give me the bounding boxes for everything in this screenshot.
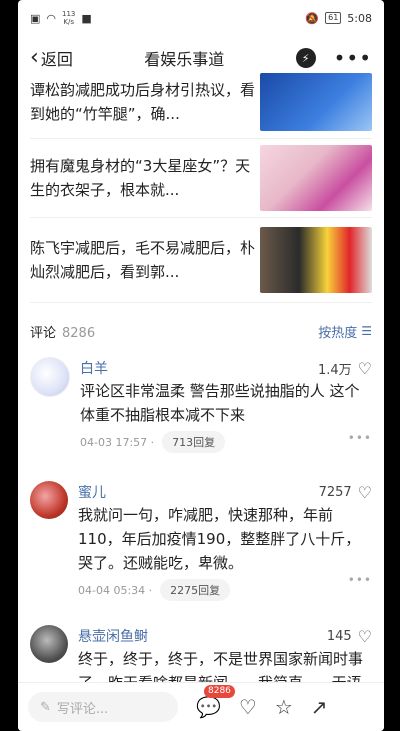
related-articles: 谭松韵减肥成功后身材引热议，看到她的“竹竿腿”，确... 拥有魔鬼身材的“3大星… bbox=[18, 73, 384, 303]
write-comment-input[interactable]: ✎ 写评论... bbox=[28, 692, 178, 722]
article-item[interactable]: 拥有魔鬼身材的“3大星座女”？天生的衣架子，根本就... bbox=[30, 139, 372, 218]
comment-more-icon[interactable]: ••• bbox=[348, 431, 372, 445]
comments-count: 8286 bbox=[62, 325, 96, 341]
write-placeholder: 写评论... bbox=[56, 701, 109, 717]
battery-icon: 61 bbox=[325, 12, 342, 24]
share-icon[interactable]: ↗ bbox=[311, 695, 328, 719]
comment-meta: 04-04 05:34 · 2275回复 bbox=[78, 579, 372, 601]
article-item[interactable]: 谭松韵减肥成功后身材引热议，看到她的“竹竿腿”，确... bbox=[30, 73, 372, 139]
net-speed: 113 K/s bbox=[62, 10, 75, 26]
comment-header: 蜜儿 7257 ♡ bbox=[78, 481, 372, 503]
pen-icon: ✎ bbox=[40, 699, 51, 715]
like-button[interactable]: 1.4万 ♡ bbox=[318, 359, 372, 378]
bottom-bar: ✎ 写评论... 💬 8286 ♡ ☆ ↗ bbox=[18, 682, 384, 731]
page-title: 看娱乐事道 bbox=[144, 50, 225, 69]
sort-icon: ☰ bbox=[361, 324, 372, 338]
star-icon[interactable]: ☆ bbox=[275, 695, 293, 719]
article-title: 谭松韵减肥成功后身材引热议，看到她的“竹竿腿”，确... bbox=[30, 81, 256, 123]
article-title: 拥有魔鬼身材的“3大星座女”？天生的衣架子，根本就... bbox=[30, 157, 251, 199]
comment-meta: 04-03 17:57 · 713回复 bbox=[80, 431, 372, 453]
comment-username[interactable]: 白羊 bbox=[80, 358, 108, 378]
avatar[interactable] bbox=[30, 357, 70, 397]
replies-button[interactable]: 2275回复 bbox=[160, 579, 231, 601]
back-label: 返回 bbox=[40, 50, 73, 69]
comment-body: 白羊 1.4万 ♡ 评论区非常温柔 警告那些说抽脂的人 这个体重不抽脂根本减不下… bbox=[80, 357, 372, 475]
comment-time: 04-04 05:34 · bbox=[78, 583, 153, 597]
like-button[interactable]: 7257 ♡ bbox=[319, 483, 372, 502]
app-icon: ■ bbox=[81, 11, 92, 25]
net-speed-value: 113 bbox=[62, 10, 76, 18]
like-count: 7257 bbox=[318, 484, 352, 500]
replies-button[interactable]: 713回复 bbox=[162, 431, 226, 453]
heart-icon: ♡ bbox=[357, 626, 372, 646]
comment-more-icon[interactable]: ••• bbox=[348, 573, 372, 587]
like-count: 1.4万 bbox=[317, 362, 352, 378]
back-button[interactable]: ‹ 返回 bbox=[30, 46, 73, 70]
nav-actions: ⚡ ••• bbox=[295, 46, 372, 70]
comment-username[interactable]: 悬壶闲鱼鲥 bbox=[78, 626, 148, 646]
comments-label: 评论 bbox=[30, 325, 57, 341]
comment-item: 白羊 1.4万 ♡ 评论区非常温柔 警告那些说抽脂的人 这个体重不抽脂根本减不下… bbox=[18, 351, 384, 475]
article-thumbnail bbox=[260, 227, 372, 293]
clock: 5:08 bbox=[347, 11, 372, 25]
comment-item: 蜜儿 7257 ♡ 我就问一句，咋减肥，快速那种，年前110，年后加疫情190，… bbox=[18, 475, 384, 619]
chevron-left-icon: ‹ bbox=[30, 45, 39, 70]
net-speed-unit: K/s bbox=[63, 18, 74, 26]
status-left: ▣ ◠ 113 K/s ■ bbox=[30, 10, 92, 26]
avatar[interactable] bbox=[30, 481, 68, 519]
avatar[interactable] bbox=[30, 625, 68, 663]
sort-label: 按热度 bbox=[318, 325, 358, 341]
article-title: 陈飞宇减肥后，毛不易减肥后，朴灿烈减肥后，看到郭... bbox=[30, 239, 256, 281]
phone-screen: ▣ ◠ 113 K/s ■ 🔕 61 5:08 ‹ 返回 看娱乐事道 ⚡ •••… bbox=[18, 0, 384, 731]
comment-time: 04-03 17:57 · bbox=[80, 435, 155, 449]
comment-count-badge: 8286 bbox=[204, 685, 235, 698]
status-right: 🔕 61 5:08 bbox=[305, 12, 372, 25]
heart-icon[interactable]: ♡ bbox=[239, 695, 257, 719]
sim-icon: ▣ bbox=[30, 11, 41, 25]
comment-header: 悬壶闲鱼鲥 145 ♡ bbox=[78, 625, 372, 647]
comment-username[interactable]: 蜜儿 bbox=[78, 482, 106, 502]
mute-icon: 🔕 bbox=[305, 11, 320, 25]
heart-icon: ♡ bbox=[357, 358, 372, 378]
comment-text: 评论区非常温柔 警告那些说抽脂的人 这个体重不抽脂根本减不下来 bbox=[80, 382, 360, 424]
comments-title: 评论 8286 bbox=[30, 322, 95, 341]
wifi-icon: ◠ bbox=[46, 11, 57, 25]
like-count: 145 bbox=[326, 628, 352, 644]
article-thumbnail bbox=[260, 145, 372, 211]
comment-icon[interactable]: 💬 8286 bbox=[196, 685, 235, 719]
comment-header: 白羊 1.4万 ♡ bbox=[80, 357, 372, 379]
article-item[interactable]: 陈飞宇减肥后，毛不易减肥后，朴灿烈减肥后，看到郭... bbox=[30, 218, 372, 303]
heart-icon: ♡ bbox=[357, 482, 372, 502]
more-icon[interactable]: ••• bbox=[334, 46, 372, 70]
like-button[interactable]: 145 ♡ bbox=[327, 627, 372, 646]
bolt-icon[interactable]: ⚡ bbox=[295, 48, 316, 68]
article-thumbnail bbox=[260, 73, 372, 131]
status-bar: ▣ ◠ 113 K/s ■ 🔕 61 5:08 bbox=[18, 0, 384, 36]
comment-body: 蜜儿 7257 ♡ 我就问一句，咋减肥，快速那种，年前110，年后加疫情190，… bbox=[78, 481, 372, 619]
comment-text: 我就问一句，咋减肥，快速那种，年前110，年后加疫情190，整整胖了八十斤，哭了… bbox=[78, 506, 361, 572]
sort-button[interactable]: 按热度 ☰ bbox=[318, 322, 372, 341]
comments-header: 评论 8286 按热度 ☰ bbox=[18, 311, 384, 351]
